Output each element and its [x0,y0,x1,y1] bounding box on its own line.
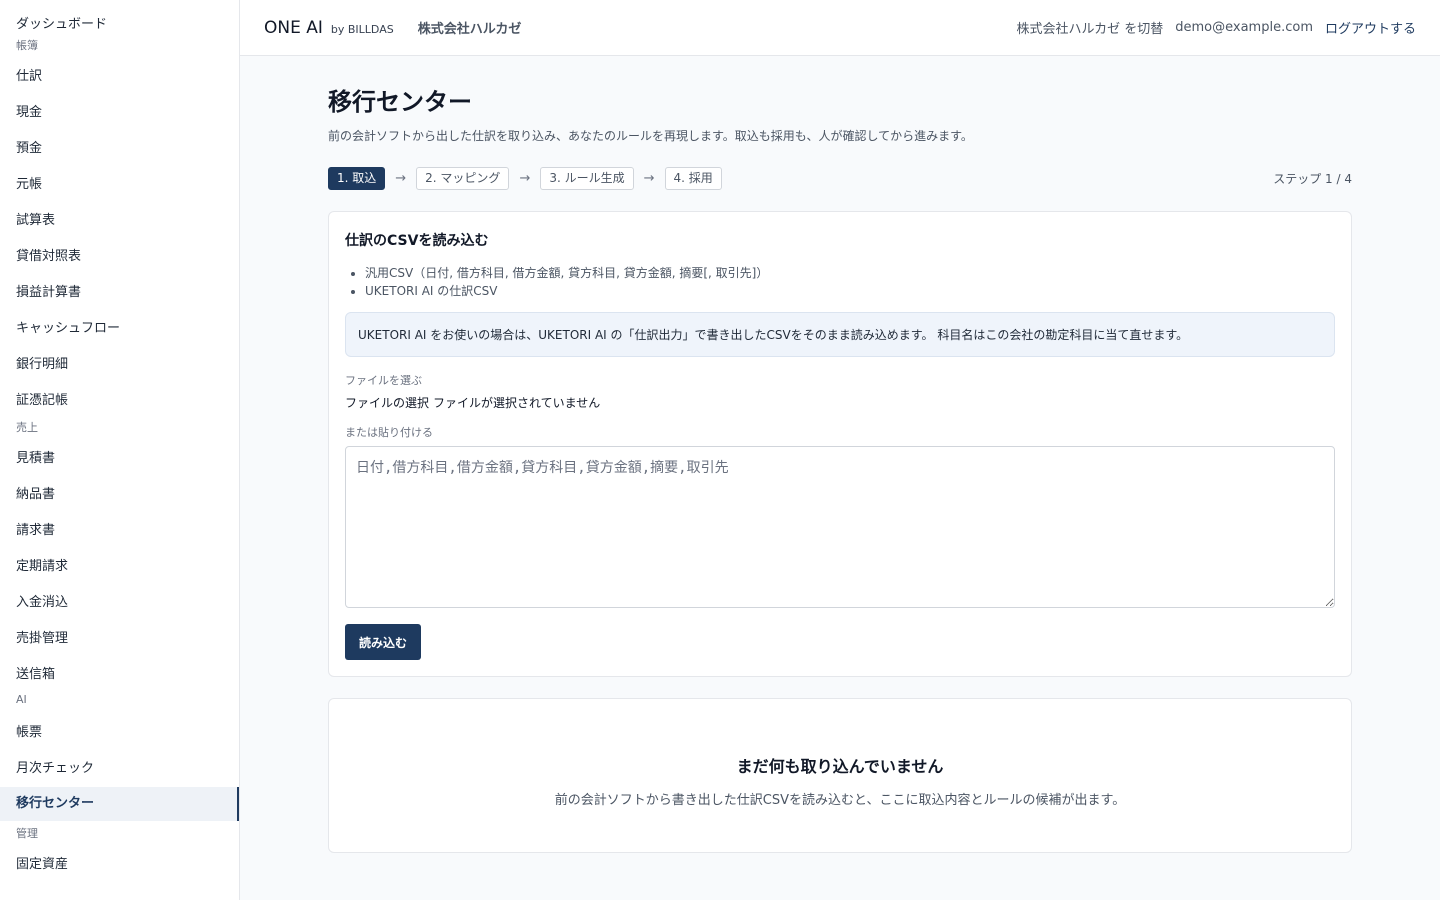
page-title: 移行センター [328,88,472,116]
step-arrow-icon: → [395,170,407,186]
sidebar-item-receivables[interactable]: 売掛管理 [0,621,239,657]
sidebar-item-cash-flow[interactable]: キャッシュフロー [0,311,239,347]
sidebar-item-trial-balance[interactable]: 試算表 [0,203,239,239]
sidebar-item-bank-statement[interactable]: 銀行明細 [0,347,239,383]
sidebar-item-journal[interactable]: 仕訳 [0,59,239,95]
sidebar-item-migration[interactable]: 移行センター [0,787,239,821]
sidebar-item-cash[interactable]: 現金 [0,95,239,131]
sidebar-group-ledger: 帳簿 [16,39,38,52]
empty-state-card: まだ何も取り込んでいません 前の会計ソフトから書き出した仕訳CSVを読み込むと、… [328,698,1352,853]
sidebar-item-monthly-check[interactable]: 月次チェック [0,751,239,787]
sidebar-item-invoice[interactable]: 請求書 [0,513,239,549]
uketori-notice: UKETORI AI をお使いの場合は、UKETORI AI の「仕訳出力」で書… [345,312,1335,357]
file-choose-button[interactable]: ファイルの選択 [345,394,429,411]
user-menu: 株式会社ハルカゼ を切替 demo@example.com ログアウトする [1017,18,1416,37]
file-status: ファイルが選択されていません [433,396,601,410]
step-rule-generation[interactable]: 3. ルール生成 [540,166,634,190]
sidebar-item-general-ledger[interactable]: 元帳 [0,167,239,203]
sidebar-item-balance-sheet[interactable]: 貸借対照表 [0,239,239,275]
step-adopt[interactable]: 4. 採用 [664,166,722,190]
sidebar-item-forms[interactable]: 帳票 [0,715,239,751]
sidebar-item-outbox[interactable]: 送信箱 [0,657,239,693]
import-card-title: 仕訳のCSVを読み込む [345,233,489,249]
sidebar-item-payment-clearing[interactable]: 入金消込 [0,585,239,621]
app-root: ダッシュボード 帳簿 仕訳 現金 預金 元帳 試算表 貸借対照表 損益計算書 キ… [0,0,1440,900]
current-company: 株式会社ハルカゼ [417,22,522,37]
sidebar-group-sales: 売上 [16,421,38,434]
topbar: ONE AI by BILLDAS 株式会社ハルカゼ 株式会社ハルカゼ を切替 … [240,0,1440,56]
step-arrow-icon: → [519,170,531,186]
sidebar-item-deposit[interactable]: 預金 [0,131,239,167]
supported-formats-list: 汎用CSV（日付, 借方科目, 借方金額, 貸方科目, 貸方金額, 摘要[, 取… [345,264,1335,300]
sidebar-item-voucher[interactable]: 証憑記帳 [0,383,239,419]
stepper: 1. 取込 → 2. マッピング → 3. ルール生成 → 4. 採用 ステップ… [328,166,1352,190]
csv-paste-textarea[interactable] [345,446,1335,608]
paste-label: または貼り付ける [345,426,433,439]
step-count: ステップ 1 / 4 [1273,171,1352,186]
format-item: 汎用CSV（日付, 借方科目, 借方金額, 貸方科目, 貸方金額, 摘要[, 取… [365,264,1335,282]
user-email: demo@example.com [1175,20,1313,35]
format-item: UKETORI AI の仕訳CSV [365,282,1335,300]
sidebar-item-dashboard[interactable]: ダッシュボード [0,15,239,37]
sidebar-group-admin: 管理 [16,827,38,840]
logout-link[interactable]: ログアウトする [1325,18,1416,37]
step-mapping[interactable]: 2. マッピング [416,166,510,190]
sidebar-item-income-statement[interactable]: 損益計算書 [0,275,239,311]
sidebar-item-recurring[interactable]: 定期請求 [0,549,239,585]
page-content: 移行センター 前の会計ソフトから出した仕訳を取り込み、あなたのルールを再現します… [240,56,1440,853]
sidebar: ダッシュボード 帳簿 仕訳 現金 預金 元帳 試算表 貸借対照表 損益計算書 キ… [0,0,240,900]
sidebar-item-fixed-assets[interactable]: 固定資産 [0,847,239,883]
sidebar-item-delivery[interactable]: 納品書 [0,477,239,513]
step-import[interactable]: 1. 取込 [328,166,386,190]
sidebar-group-ai: AI [16,693,27,706]
import-card: 仕訳のCSVを読み込む 汎用CSV（日付, 借方科目, 借方金額, 貸方科目, … [328,211,1352,677]
empty-state-description: 前の会計ソフトから書き出した仕訳CSVを読み込むと、ここに取込内容とルールの候補… [554,793,1126,808]
file-input[interactable]: ファイルの選択 ファイルが選択されていません [345,394,1335,411]
sidebar-item-estimate[interactable]: 見積書 [0,441,239,477]
brand-name: ONE AI [264,17,323,38]
main-area: ONE AI by BILLDAS 株式会社ハルカゼ 株式会社ハルカゼ を切替 … [240,0,1440,900]
empty-state-title: まだ何も取り込んでいません [736,757,944,776]
file-label: ファイルを選ぶ [345,374,422,387]
load-button[interactable]: 読み込む [345,624,422,660]
brand-logo[interactable]: ONE AI by BILLDAS [264,18,394,38]
brand-by: by BILLDAS [330,22,394,36]
page-description: 前の会計ソフトから出した仕訳を取り込み、あなたのルールを再現します。取込も採用も… [328,129,973,143]
step-arrow-icon: → [643,170,655,186]
switch-company-link[interactable]: 株式会社ハルカゼ を切替 [1017,18,1164,37]
